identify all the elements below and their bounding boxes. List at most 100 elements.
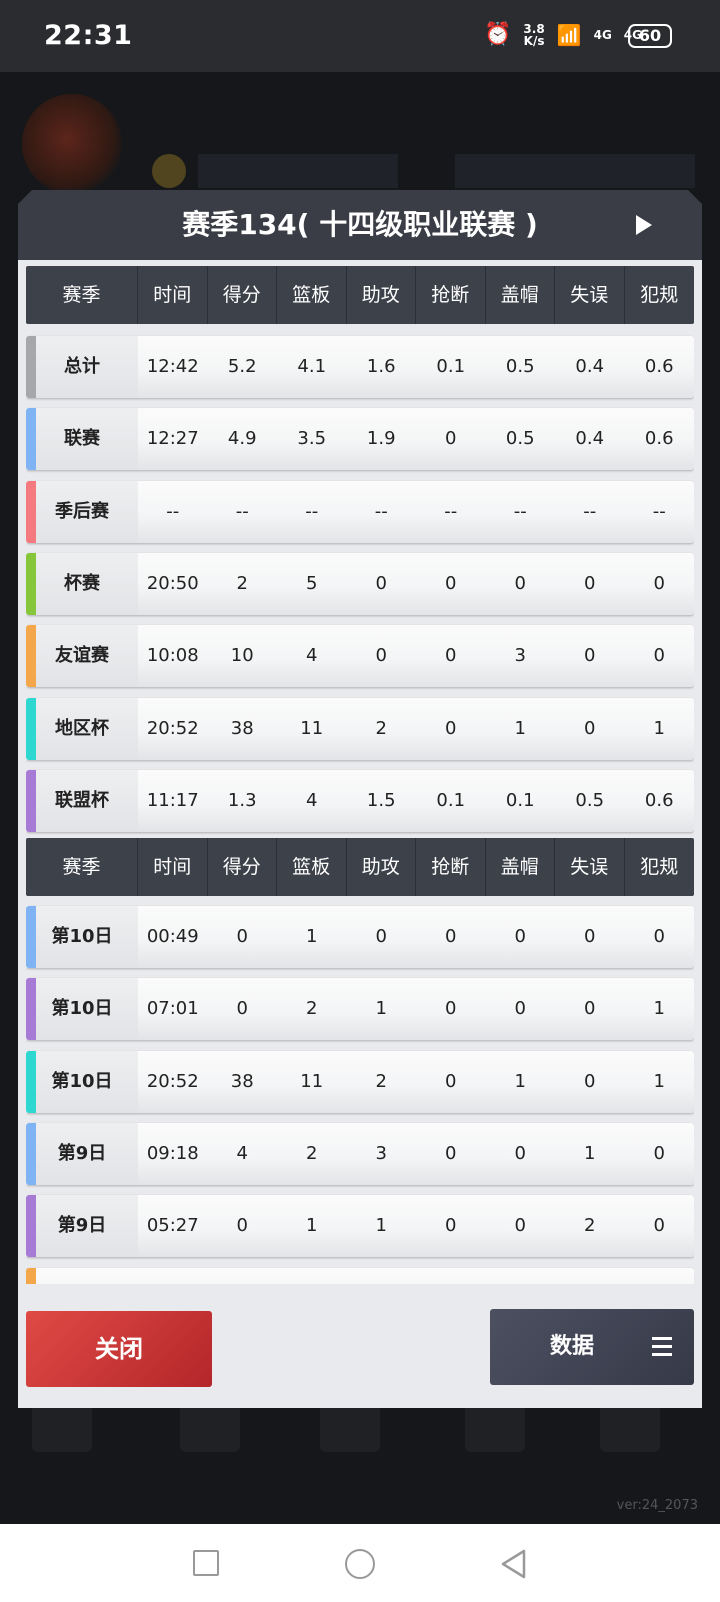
- column-header: 抢断: [416, 266, 486, 324]
- stat-cell: 0: [653, 572, 665, 594]
- stat-cell: 0: [653, 926, 665, 947]
- game-row-partial: [26, 1268, 694, 1284]
- stat-cell: 0: [375, 572, 387, 594]
- version-label: ver:24_2073: [616, 1498, 698, 1513]
- dialog-body: 赛季 时间 得分 篮板 助攻 抢断 盖帽 失误 犯规 总计 12:42 5.2 4.1 1.6 0.1 0.5…: [18, 260, 702, 1408]
- summary-row[interactable]: 杯赛 20:50 2 5 0 0 0 0 0: [26, 552, 694, 615]
- stat-cell: 1.9: [366, 428, 396, 450]
- stat-cell: 1: [306, 1215, 318, 1237]
- stat-cell: 1: [375, 998, 387, 1020]
- column-header: 时间: [138, 838, 208, 896]
- stat-cell: 0.5: [575, 789, 605, 811]
- close-button[interactable]: 关闭: [26, 1311, 212, 1387]
- games-header-row: 赛季 时间 得分 篮板 助攻 抢断 盖帽 失误 犯规: [26, 838, 694, 896]
- column-header: 盖帽: [486, 838, 555, 896]
- stat-cell: --: [583, 500, 597, 522]
- row-label: 第9日: [26, 1122, 138, 1185]
- stat-cell: 0: [445, 926, 457, 947]
- stat-cell: 12:27: [146, 428, 199, 450]
- stat-cell: 0: [514, 926, 526, 947]
- summary-row[interactable]: 地区杯 20:52 38 11 2 0 1 0 1: [26, 697, 694, 760]
- dialog-header: 赛季134( 十四级职业联赛 ): [18, 190, 702, 260]
- stat-cell: 2: [236, 572, 248, 594]
- stat-cell: 10:08: [146, 645, 199, 667]
- stat-cell: 1: [514, 1070, 526, 1092]
- stat-cell: 5.2: [227, 356, 257, 377]
- stat-cell: 0: [584, 572, 596, 594]
- back-button[interactable]: [498, 1548, 528, 1580]
- stat-cell: 0: [445, 645, 457, 667]
- summary-row[interactable]: 总计 12:42 5.2 4.1 1.6 0.1 0.5 0.4 0.6: [26, 336, 694, 398]
- column-header: 赛季: [26, 838, 138, 896]
- row-color-stripe: [26, 1195, 36, 1258]
- summary-row[interactable]: 联盟杯 11:17 1.3 4 1.5 0.1 0.1 0.5 0.6: [26, 769, 694, 832]
- dialog-footer: 关闭 数据: [18, 1284, 702, 1408]
- game-row[interactable]: 第9日 05:27 0 1 1 0 0 2 0: [26, 1195, 694, 1258]
- row-color-stripe: [26, 978, 36, 1041]
- summary-row[interactable]: 友谊赛 10:08 10 4 0 0 3 0 0: [26, 625, 694, 688]
- gem-bar: [455, 154, 695, 188]
- stat-cell: 10: [230, 645, 254, 667]
- row-color-stripe: [26, 769, 36, 832]
- stat-cell: 11:17: [146, 789, 199, 811]
- column-header: 助攻: [347, 266, 416, 324]
- stat-cell: 1: [653, 998, 665, 1020]
- stat-cell: 0: [514, 572, 526, 594]
- row-color-stripe: [26, 480, 36, 543]
- row-label: 第9日: [26, 1195, 138, 1258]
- stat-cell: 20:52: [146, 1070, 199, 1092]
- stat-cell: 0.1: [436, 356, 466, 377]
- stat-cell: 0: [514, 998, 526, 1020]
- stat-cell: 0.1: [436, 789, 466, 811]
- stat-cell: 0.4: [575, 428, 605, 450]
- summary-row[interactable]: 联赛 12:27 4.9 3.5 1.9 0 0.5 0.4 0.6: [26, 408, 694, 471]
- system-nav-bar: [0, 1524, 720, 1602]
- stat-cell: 0: [375, 926, 387, 947]
- stat-cell: --: [652, 500, 666, 522]
- signal-4g-1: 4G: [593, 27, 612, 42]
- next-season-icon[interactable]: [636, 215, 652, 235]
- column-header: 篮板: [277, 838, 347, 896]
- stat-cell: --: [235, 500, 249, 522]
- recent-apps-button[interactable]: [193, 1550, 219, 1576]
- data-button[interactable]: 数据: [490, 1309, 694, 1385]
- game-row[interactable]: 第10日 07:01 0 2 1 0 0 0 1: [26, 978, 694, 1041]
- row-label: 杯赛: [26, 552, 138, 615]
- stat-cell: 1: [584, 1142, 596, 1164]
- stat-cell: 0: [584, 998, 596, 1020]
- column-header: 得分: [208, 838, 277, 896]
- stat-cell: 09:18: [146, 1142, 199, 1164]
- stat-cell: 2: [375, 717, 387, 739]
- stat-cell: --: [444, 500, 458, 522]
- stat-cell: 0.6: [644, 356, 674, 377]
- column-header: 篮板: [277, 266, 347, 324]
- stat-cell: 4: [306, 789, 318, 811]
- stat-cell: 0: [445, 1215, 457, 1237]
- stat-cell: 3: [514, 645, 526, 667]
- stat-cell: 1.3: [227, 789, 257, 811]
- stat-cell: 0: [445, 572, 457, 594]
- row-color-stripe: [26, 336, 36, 398]
- column-header: 得分: [208, 266, 277, 324]
- stat-cell: 1: [514, 717, 526, 739]
- game-row[interactable]: 第10日 20:52 38 11 2 0 1 0 1: [26, 1050, 694, 1113]
- menu-icon: [652, 1337, 672, 1357]
- stat-cell: 00:49: [146, 926, 199, 947]
- wifi-icon: 📶: [556, 22, 582, 47]
- summary-row[interactable]: 季后赛 -- -- -- -- -- -- -- --: [26, 480, 694, 543]
- stats-table[interactable]: 赛季 时间 得分 篮板 助攻 抢断 盖帽 失误 犯规 总计 12:42 5.2 4.1 1.6 0.1 0.5…: [26, 262, 694, 1284]
- game-row[interactable]: 第10日 00:49 0 1 0 0 0 0 0: [26, 906, 694, 968]
- status-time: 22:31: [44, 20, 133, 51]
- stat-cell: 05:27: [146, 1215, 199, 1237]
- stat-cell: 0.6: [644, 428, 674, 450]
- stat-cell: 0: [584, 1070, 596, 1092]
- row-color-stripe: [26, 1122, 36, 1185]
- stat-cell: 2: [375, 1070, 387, 1092]
- stat-cell: 4: [306, 645, 318, 667]
- home-button[interactable]: [345, 1549, 375, 1579]
- stat-cell: 20:52: [146, 717, 199, 739]
- row-color-stripe: [26, 906, 36, 968]
- game-row[interactable]: 第9日 09:18 4 2 3 0 0 1 0: [26, 1122, 694, 1185]
- row-label: 第10日: [26, 906, 138, 968]
- stat-cell: 0: [236, 998, 248, 1020]
